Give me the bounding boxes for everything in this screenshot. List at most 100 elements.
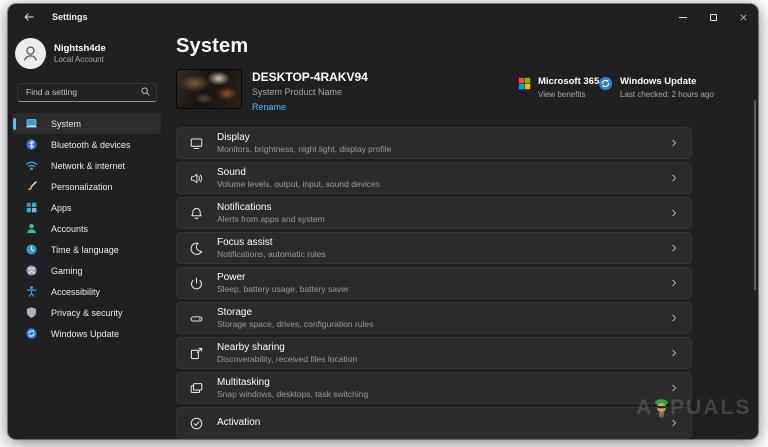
storage-icon xyxy=(189,311,204,326)
sidebar-item-label: Apps xyxy=(51,203,72,213)
sidebar-item-personalization[interactable]: Personalization xyxy=(13,176,161,197)
settings-row-sound[interactable]: Sound Volume levels, output, input, soun… xyxy=(176,162,692,194)
sound-icon xyxy=(189,171,204,186)
personalization-icon xyxy=(25,180,38,193)
chevron-right-icon xyxy=(669,348,679,358)
activation-icon xyxy=(189,416,204,431)
chevron-right-icon xyxy=(669,313,679,323)
settings-row-multitasking[interactable]: Multitasking Snap windows, desktops, tas… xyxy=(176,372,692,404)
focus-assist-icon xyxy=(189,241,204,256)
settings-row-notifications[interactable]: Notifications Alerts from apps and syste… xyxy=(176,197,692,229)
settings-row-description: Storage space, drives, configuration rul… xyxy=(217,319,373,329)
sidebar-item-label: Accounts xyxy=(51,224,88,234)
settings-row-description: Volume levels, output, input, sound devi… xyxy=(217,179,380,189)
chevron-right-icon xyxy=(669,208,679,218)
settings-row-focus-assist[interactable]: Focus assist Notifications, automatic ru… xyxy=(176,232,692,264)
power-icon xyxy=(189,276,204,291)
apps-icon xyxy=(25,201,38,214)
settings-row-description: Alerts from apps and system xyxy=(217,214,325,224)
sidebar-item-label: Bluetooth & devices xyxy=(51,140,131,150)
settings-row-description: Sleep, battery usage, battery saver xyxy=(217,284,349,294)
settings-row-activation[interactable]: Activation xyxy=(176,407,692,439)
chevron-right-icon xyxy=(669,383,679,393)
settings-row-description: Snap windows, desktops, task switching xyxy=(217,389,368,399)
windows-update-icon xyxy=(25,327,38,340)
settings-row-description: Monitors, brightness, night light, displ… xyxy=(217,144,391,154)
page-title: System xyxy=(176,35,758,58)
sidebar-item-network-internet[interactable]: Network & internet xyxy=(13,155,161,176)
sidebar: Nightsh4de Local Account System xyxy=(8,30,166,439)
settings-row-title: Nearby sharing xyxy=(217,342,357,353)
minimize-button[interactable] xyxy=(668,4,698,30)
sidebar-item-label: Gaming xyxy=(51,266,83,276)
sidebar-item-accounts[interactable]: Accounts xyxy=(13,218,161,239)
nearby-sharing-icon xyxy=(189,346,204,361)
privacy-security-icon xyxy=(25,306,38,319)
user-name: Nightsh4de xyxy=(54,43,106,54)
accessibility-icon xyxy=(25,285,38,298)
chevron-right-icon xyxy=(669,243,679,253)
gaming-icon xyxy=(25,264,38,277)
settings-row-power[interactable]: Power Sleep, battery usage, battery save… xyxy=(176,267,692,299)
maximize-button[interactable] xyxy=(698,4,728,30)
sidebar-nav: System Bluetooth & devices Network & int… xyxy=(8,113,166,344)
user-account[interactable]: Nightsh4de Local Account xyxy=(15,38,166,69)
bluetooth-icon xyxy=(25,138,38,151)
sidebar-item-apps[interactable]: Apps xyxy=(13,197,161,218)
settings-row-title: Storage xyxy=(217,307,373,318)
minimize-icon xyxy=(679,17,687,18)
sidebar-item-gaming[interactable]: Gaming xyxy=(13,260,161,281)
device-name: DESKTOP-4RAKV94 xyxy=(252,70,368,84)
settings-row-title: Display xyxy=(217,132,391,143)
sidebar-item-accessibility[interactable]: Accessibility xyxy=(13,281,161,302)
close-icon xyxy=(739,13,748,22)
desktop-background: Settings Nightsh4de Local Account xyxy=(0,0,768,447)
window-controls xyxy=(668,4,758,30)
sidebar-item-privacy-security[interactable]: Privacy & security xyxy=(13,302,161,323)
device-header: DESKTOP-4RAKV94 System Product Name Rena… xyxy=(176,69,692,109)
chevron-right-icon xyxy=(669,138,679,148)
sidebar-item-label: System xyxy=(51,119,81,129)
settings-row-title: Notifications xyxy=(217,202,325,213)
sidebar-item-bluetooth-devices[interactable]: Bluetooth & devices xyxy=(13,134,161,155)
sidebar-item-windows-update[interactable]: Windows Update xyxy=(13,323,161,344)
close-button[interactable] xyxy=(728,4,758,30)
search-icon xyxy=(140,86,151,97)
microsoft-365-block[interactable]: Microsoft 365 View benefits xyxy=(518,76,599,99)
ms365-title: Microsoft 365 xyxy=(538,76,599,87)
device-product-name: System Product Name xyxy=(252,87,368,97)
ms365-view-benefits[interactable]: View benefits xyxy=(538,90,599,99)
sidebar-item-label: Accessibility xyxy=(51,287,100,297)
last-checked-status: Last checked: 2 hours ago xyxy=(620,90,714,99)
sidebar-item-time-language[interactable]: Time & language xyxy=(13,239,161,260)
windows-update-block[interactable]: Windows Update Last checked: 2 hours ago xyxy=(598,76,714,99)
sidebar-item-label: Network & internet xyxy=(51,161,125,171)
scrollbar[interactable] xyxy=(754,100,756,290)
main-pane: System DESKTOP-4RAKV94 System Product Na… xyxy=(166,30,758,439)
system-icon xyxy=(25,117,38,130)
settings-row-description: Discoverability, received files location xyxy=(217,354,357,364)
rename-link[interactable]: Rename xyxy=(252,102,286,112)
back-arrow-icon[interactable] xyxy=(23,11,35,23)
chevron-right-icon xyxy=(669,173,679,183)
account-type: Local Account xyxy=(54,55,106,64)
settings-row-title: Focus assist xyxy=(217,237,326,248)
settings-row-title: Sound xyxy=(217,167,380,178)
search-input[interactable] xyxy=(17,83,157,102)
notifications-icon xyxy=(189,206,204,221)
settings-row-storage[interactable]: Storage Storage space, drives, configura… xyxy=(176,302,692,334)
sidebar-item-system[interactable]: System xyxy=(13,113,161,134)
maximize-icon xyxy=(710,14,717,21)
settings-row-title: Multitasking xyxy=(217,377,368,388)
settings-row-display[interactable]: Display Monitors, brightness, night ligh… xyxy=(176,127,692,159)
sidebar-item-label: Personalization xyxy=(51,182,113,192)
sidebar-item-label: Privacy & security xyxy=(51,308,123,318)
windows-update-title: Windows Update xyxy=(620,76,714,87)
avatar xyxy=(15,38,46,69)
titlebar: Settings xyxy=(8,4,758,30)
settings-row-title: Power xyxy=(217,272,349,283)
network-icon xyxy=(25,159,38,172)
search-box xyxy=(17,82,157,101)
sidebar-item-label: Time & language xyxy=(51,245,119,255)
settings-row-nearby-sharing[interactable]: Nearby sharing Discoverability, received… xyxy=(176,337,692,369)
